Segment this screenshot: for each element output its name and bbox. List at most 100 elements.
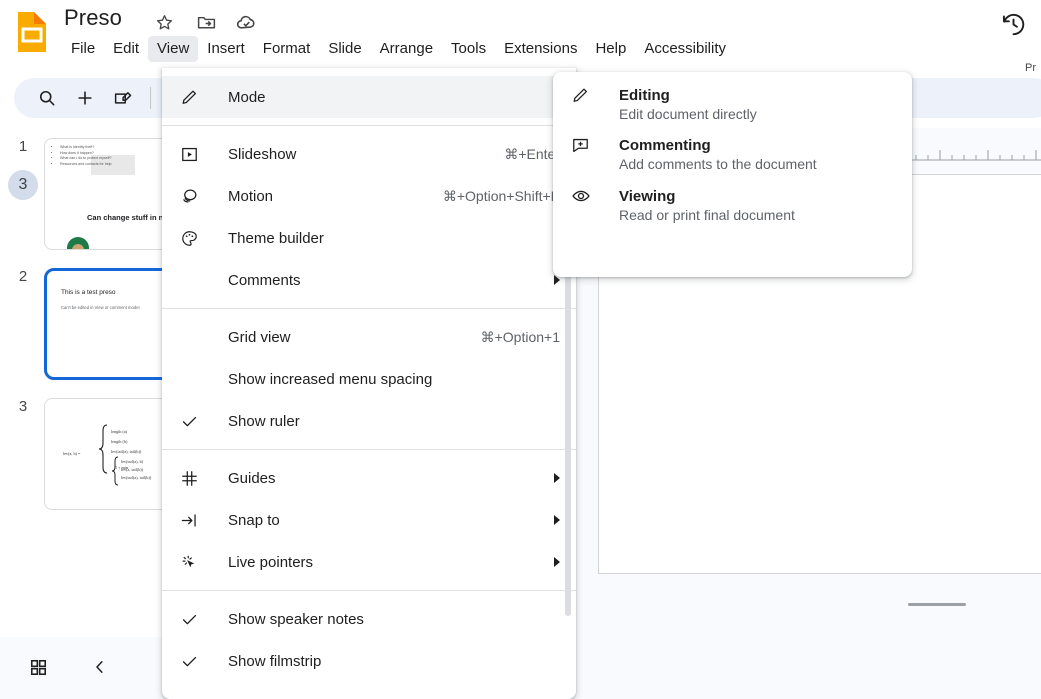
menu-accessibility[interactable]: Accessibility xyxy=(635,36,735,62)
menu-item-label: Comments xyxy=(228,271,301,289)
pencil-icon xyxy=(571,86,597,105)
thumb-equation: lev(a, b) = length (a) length (b) lev(ta… xyxy=(63,421,170,487)
menu-divider xyxy=(162,449,576,450)
menu-item-shortcut: ⌘+Enter xyxy=(504,145,560,162)
svg-text:lev(tail(a), tail(b)): lev(tail(a), tail(b)) xyxy=(111,449,142,455)
slide-thumbnail[interactable]: lev(a, b) = length (a) length (b) lev(ta… xyxy=(44,398,170,510)
svg-text:lev(tail(a), tail(b)): lev(tail(a), tail(b)) xyxy=(121,475,152,481)
menu-item-shortcut: ⌘+Option+1 xyxy=(480,328,560,345)
menu-file[interactable]: File xyxy=(62,36,104,62)
thumb-bullet-list: What is identity theft? How does it happ… xyxy=(53,145,137,167)
menu-item-label: Snap to xyxy=(228,511,280,529)
slide-thumbnail[interactable]: What is identity theft? How does it happ… xyxy=(44,138,170,250)
menu-item-label: Show increased menu spacing xyxy=(228,370,433,388)
menu-item-guides[interactable]: Guides xyxy=(162,457,576,499)
submenu-item-header: Commenting xyxy=(571,136,894,155)
menu-insert[interactable]: Insert xyxy=(198,36,254,62)
menu-item-comments[interactable]: Comments xyxy=(162,259,576,301)
thumb-subtitle: Can change stuff in not e xyxy=(87,213,170,222)
menu-arrange[interactable]: Arrange xyxy=(371,36,442,62)
submenu-item-title: Editing xyxy=(619,87,670,104)
chevron-right-icon xyxy=(554,557,560,567)
grid-view-icon[interactable] xyxy=(20,649,56,685)
check-icon xyxy=(180,607,206,631)
mode-submenu[interactable]: Editing Edit document directly Commentin… xyxy=(553,72,912,277)
palette-icon xyxy=(180,226,206,250)
menu-extensions[interactable]: Extensions xyxy=(495,36,586,62)
avatar xyxy=(67,237,89,249)
chevron-right-icon xyxy=(554,473,560,483)
menu-item-slideshow[interactable]: Slideshow ⌘+Enter xyxy=(162,133,576,175)
menu-item-label: Guides xyxy=(228,469,276,487)
filmstrip-slide-2[interactable]: 2 This is a test preso Can't be edited i… xyxy=(0,258,170,388)
menu-item-label: Live pointers xyxy=(228,553,314,571)
menu-view[interactable]: View xyxy=(148,36,199,62)
menu-item-grid-view[interactable]: Grid view ⌘+Option+1 xyxy=(162,316,576,358)
google-slides-logo xyxy=(14,10,50,54)
menu-help[interactable]: Help xyxy=(586,36,635,62)
menu-item-label: Mode xyxy=(228,88,266,106)
slide-thumbnail[interactable]: This is a test preso Can't be edited in … xyxy=(44,268,170,380)
menu-item-label: Show ruler xyxy=(228,412,300,430)
comment-plus-icon xyxy=(571,136,597,155)
menu-item-show-increased-menu-spacing[interactable]: Show increased menu spacing xyxy=(162,358,576,400)
menu-item-show-filmstrip[interactable]: Show filmstrip xyxy=(162,640,576,682)
submenu-item-header: Editing xyxy=(571,86,894,105)
menu-item-label: Motion xyxy=(228,187,274,205)
motion-icon xyxy=(180,184,206,208)
submenu-item-header: Viewing xyxy=(571,186,894,206)
toolbar-divider xyxy=(150,87,151,109)
cloud-saved-icon[interactable] xyxy=(234,10,258,34)
menu-item-show-speaker-notes[interactable]: Show speaker notes xyxy=(162,598,576,640)
svg-text:length (a): length (a) xyxy=(111,429,128,434)
slide-number: 3 xyxy=(18,398,28,415)
menu-item-label: Grid view xyxy=(228,328,291,346)
menu-edit[interactable]: Edit xyxy=(104,36,148,62)
chevron-right-icon xyxy=(554,515,560,525)
menu-item-mode[interactable]: Mode xyxy=(162,76,576,118)
submenu-item-editing[interactable]: Editing Edit document directly xyxy=(553,84,912,124)
menu-item-show-ruler[interactable]: Show ruler xyxy=(162,400,576,442)
collapse-filmstrip-chevron-icon[interactable] xyxy=(82,649,118,685)
filmstrip-slide-3[interactable]: 3 lev(a, b) = length (a) length (b) lev(… xyxy=(0,388,170,518)
bullet-item: Resources and contacts for help xyxy=(60,162,137,168)
svg-text:length (b): length (b) xyxy=(111,439,128,444)
menu-item-motion[interactable]: Motion ⌘+Option+Shift+B xyxy=(162,175,576,217)
speaker-notes-resize-handle[interactable] xyxy=(908,603,966,606)
no-icon xyxy=(180,367,206,391)
menu-item-snap-to[interactable]: Snap to xyxy=(162,499,576,541)
version-history-icon[interactable] xyxy=(995,6,1031,42)
star-icon[interactable] xyxy=(152,10,176,34)
menu-format[interactable]: Format xyxy=(254,36,320,62)
menu-tools[interactable]: Tools xyxy=(442,36,495,62)
menu-item-theme-builder[interactable]: Theme builder xyxy=(162,217,576,259)
check-icon xyxy=(180,649,206,673)
new-slide-layout-icon[interactable] xyxy=(106,81,140,115)
check-icon xyxy=(180,409,206,433)
thumb-title: This is a test preso xyxy=(61,289,116,296)
top-bar: Preso File Edit View Insert Format Slide xyxy=(0,0,1041,74)
no-icon xyxy=(180,325,206,349)
view-menu-popup[interactable]: Mode Slideshow ⌘+Enter Motion ⌘+Option+S… xyxy=(162,68,576,699)
document-title[interactable]: Preso xyxy=(64,5,122,31)
submenu-item-title: Viewing xyxy=(619,187,676,205)
submenu-item-viewing[interactable]: Viewing Read or print final document xyxy=(553,184,912,225)
slideshow-icon xyxy=(180,142,206,166)
menu-item-label: Theme builder xyxy=(228,229,324,247)
menu-divider xyxy=(162,590,576,591)
current-slide-badge: 3 xyxy=(8,170,38,200)
menu-item-live-pointers[interactable]: Live pointers xyxy=(162,541,576,583)
menu-item-label: Slideshow xyxy=(228,145,297,163)
submenu-item-commenting[interactable]: Commenting Add comments to the document xyxy=(553,134,912,174)
plus-icon[interactable] xyxy=(68,81,102,115)
menu-bar: File Edit View Insert Format Slide Arran… xyxy=(62,36,735,62)
search-icon[interactable] xyxy=(30,81,64,115)
submenu-item-title: Commenting xyxy=(619,137,711,154)
menu-item-label: Show filmstrip xyxy=(228,652,322,670)
present-button-label[interactable]: Pr xyxy=(1025,62,1039,74)
menu-slide[interactable]: Slide xyxy=(319,36,370,62)
pencil-icon xyxy=(180,85,206,109)
slide-filmstrip[interactable]: 1 What is identity theft? How does it ha… xyxy=(0,128,170,633)
move-to-folder-icon[interactable] xyxy=(194,10,218,34)
filmstrip-slide-1[interactable]: 1 What is identity theft? How does it ha… xyxy=(0,128,170,258)
